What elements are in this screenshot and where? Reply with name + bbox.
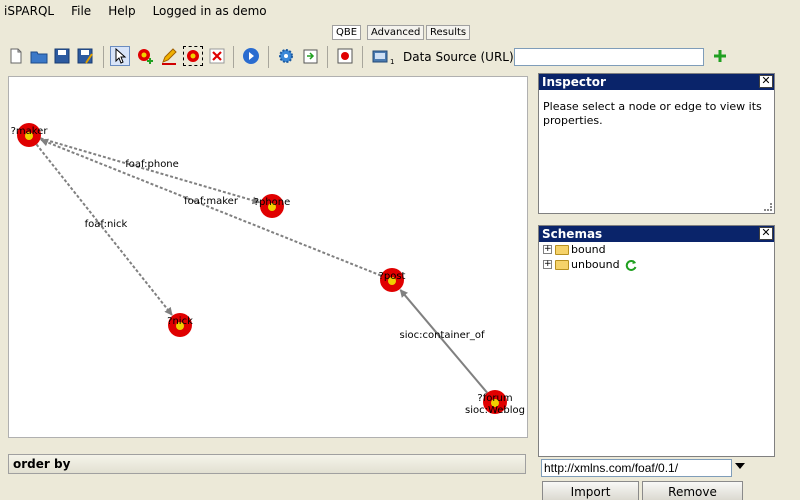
add-datasource-button[interactable] bbox=[710, 46, 730, 66]
settings-gear-icon bbox=[279, 49, 293, 63]
node-label: ?phone bbox=[254, 197, 291, 208]
namespace-dropdown-icon[interactable] bbox=[735, 463, 745, 469]
folder-icon bbox=[555, 259, 569, 270]
datasource-label: Data Source (URL): bbox=[403, 50, 518, 64]
add-datasource-icon bbox=[714, 50, 726, 62]
save-as-icon bbox=[77, 48, 93, 64]
export-button[interactable] bbox=[300, 46, 320, 66]
add-group-button[interactable] bbox=[183, 46, 203, 66]
schemas-panel: Schemas ✕ + bound + unbound bbox=[538, 225, 775, 457]
svg-text:1: 1 bbox=[390, 58, 394, 65]
tab-results[interactable]: Results bbox=[426, 25, 471, 40]
inspector-panel: Inspector ✕ Please select a node or edge… bbox=[538, 73, 775, 214]
graph-edge-maker-phone[interactable] bbox=[40, 137, 261, 205]
folder-icon bbox=[555, 244, 569, 255]
graph-node-nick[interactable]: ?nick bbox=[167, 313, 193, 337]
node-label: ?forum bbox=[477, 393, 512, 404]
save-icon bbox=[54, 48, 70, 64]
graph-node-post[interactable]: ?post bbox=[379, 268, 406, 292]
toolbar-separator bbox=[268, 46, 269, 68]
query-canvas[interactable]: foaf:phone foaf:nick foaf:maker sioc:contai… bbox=[8, 76, 528, 438]
toolbar-separator bbox=[327, 46, 328, 68]
open-button[interactable] bbox=[29, 46, 49, 66]
node-label: ?nick bbox=[167, 316, 193, 327]
node-type-label: sioc:Weblog bbox=[465, 405, 525, 416]
edit-button[interactable] bbox=[159, 46, 179, 66]
delete-button[interactable] bbox=[207, 46, 227, 66]
inspector-title: Inspector bbox=[542, 75, 606, 89]
order-by-label: order by bbox=[13, 457, 71, 471]
edge-label[interactable]: foaf:maker bbox=[184, 196, 239, 207]
save-as-button[interactable] bbox=[75, 46, 95, 66]
graph-edge-forum-post[interactable] bbox=[399, 289, 489, 394]
tree-item-unbound[interactable]: + unbound bbox=[539, 257, 774, 272]
toolbar-separator bbox=[103, 46, 104, 68]
query-button[interactable] bbox=[335, 46, 355, 66]
remove-button[interactable]: Remove bbox=[642, 481, 743, 500]
schemas-title-bar: Schemas ✕ bbox=[539, 226, 774, 242]
order-by-bar[interactable]: order by bbox=[8, 454, 526, 474]
edge-label[interactable]: foaf:phone bbox=[125, 159, 179, 170]
tab-qbe[interactable]: QBE bbox=[332, 25, 362, 40]
inspector-title-bar: Inspector ✕ bbox=[539, 74, 774, 90]
toolbar-separator bbox=[233, 46, 234, 68]
schemas-title: Schemas bbox=[542, 227, 603, 241]
graph-edge-post-maker[interactable] bbox=[40, 138, 382, 277]
export-icon bbox=[303, 49, 318, 64]
mode-tabs: QBE Advanced Results bbox=[0, 25, 800, 41]
login-status: Logged in as demo bbox=[152, 4, 267, 18]
tree-item-bound[interactable]: + bound bbox=[539, 242, 774, 257]
edit-pencil-icon bbox=[162, 48, 177, 65]
connection-icon: 1 bbox=[372, 50, 394, 65]
menu-bar: iSPARQL File Help Logged in as demo bbox=[0, 0, 800, 22]
edge-label[interactable]: foaf:nick bbox=[85, 219, 128, 230]
node-label: ?post bbox=[379, 271, 406, 282]
add-node-button[interactable] bbox=[135, 46, 155, 66]
add-node-icon bbox=[138, 49, 153, 64]
edge-label[interactable]: sioc:container_of bbox=[400, 330, 485, 341]
graph-node-phone[interactable]: ?phone bbox=[254, 194, 291, 218]
open-folder-icon bbox=[30, 51, 48, 64]
query-graph[interactable]: foaf:phone foaf:nick foaf:maker sioc:contai… bbox=[9, 77, 529, 439]
import-button[interactable]: Import bbox=[542, 481, 639, 500]
inspector-close-button[interactable]: ✕ bbox=[759, 75, 773, 88]
expand-icon[interactable]: + bbox=[543, 245, 552, 254]
delete-icon bbox=[209, 48, 225, 64]
pointer-icon bbox=[115, 47, 127, 64]
save-button[interactable] bbox=[52, 46, 72, 66]
graph-node-forum[interactable]: ?forumsioc:Weblog bbox=[465, 390, 525, 416]
new-file-button[interactable] bbox=[6, 46, 26, 66]
pointer-tool-button[interactable] bbox=[110, 46, 130, 66]
new-file-icon bbox=[10, 48, 22, 64]
expand-icon[interactable]: + bbox=[543, 260, 552, 269]
resize-grip-icon[interactable] bbox=[764, 203, 772, 211]
run-button[interactable] bbox=[241, 46, 261, 66]
tab-advanced[interactable]: Advanced bbox=[367, 25, 425, 40]
node-label: ?maker bbox=[11, 126, 49, 137]
query-icon bbox=[337, 48, 353, 64]
graph-node-maker[interactable]: ?maker bbox=[11, 123, 49, 147]
datasource-input[interactable] bbox=[514, 48, 704, 66]
app-title: iSPARQL bbox=[4, 4, 55, 18]
tree-item-label: unbound bbox=[571, 258, 620, 271]
connection-button[interactable]: 1 bbox=[370, 46, 396, 66]
add-group-icon bbox=[187, 50, 199, 62]
tree-item-label: bound bbox=[571, 243, 606, 256]
refresh-icon[interactable] bbox=[624, 258, 638, 272]
inspector-message: Please select a node or edge to view its… bbox=[543, 100, 762, 127]
menu-file[interactable]: File bbox=[71, 4, 91, 18]
schemas-close-button[interactable]: ✕ bbox=[759, 227, 773, 240]
namespace-input[interactable] bbox=[541, 459, 732, 477]
settings-button[interactable] bbox=[276, 46, 296, 66]
run-icon bbox=[243, 48, 259, 64]
menu-help[interactable]: Help bbox=[108, 4, 135, 18]
toolbar-separator bbox=[362, 46, 363, 68]
